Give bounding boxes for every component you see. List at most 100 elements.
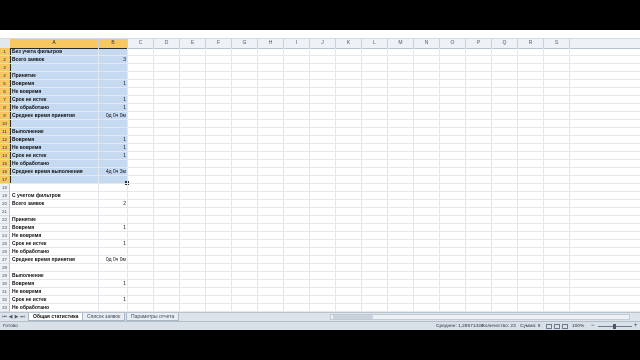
scrollbar-thumb[interactable]	[333, 315, 373, 319]
row-header[interactable]: 31	[0, 288, 10, 296]
row-header[interactable]: 10	[0, 120, 10, 128]
cell-a[interactable]: Не обработано	[12, 160, 98, 168]
row-header[interactable]: 4	[0, 72, 10, 80]
column-header-b[interactable]: B	[99, 39, 128, 48]
cell-a[interactable]: Вовремя	[12, 136, 98, 144]
page-break-icon[interactable]	[562, 324, 568, 329]
row-header[interactable]: 1	[0, 48, 10, 56]
cell-a[interactable]	[12, 120, 98, 128]
row-header[interactable]: 25	[0, 240, 10, 248]
horizontal-scrollbar[interactable]	[330, 314, 630, 320]
row-header[interactable]: 20	[0, 200, 10, 208]
cell-b[interactable]	[99, 248, 127, 256]
cell-a[interactable]: Не вовремя	[12, 144, 98, 152]
row-header[interactable]: 24	[0, 232, 10, 240]
cell-b[interactable]: 1	[99, 280, 127, 288]
row-header[interactable]: 28	[0, 264, 10, 272]
last-sheet-icon[interactable]: ⏭	[20, 314, 25, 320]
prev-sheet-icon[interactable]: ◀	[8, 314, 13, 320]
cell-b[interactable]: 4д 0ч 3м	[99, 168, 127, 176]
cell-b[interactable]: 1	[99, 144, 127, 152]
row-header[interactable]: 21	[0, 208, 10, 216]
zoom-in-icon[interactable]: +	[634, 322, 638, 330]
zoom-slider-knob[interactable]	[613, 324, 616, 329]
row-header[interactable]: 11	[0, 128, 10, 136]
cell-b[interactable]	[99, 88, 127, 96]
sheet-tab[interactable]: Список заявок	[82, 313, 126, 321]
cell-b[interactable]: 1	[99, 80, 127, 88]
cell-a[interactable]: Срок не истек	[12, 296, 98, 304]
cell-b[interactable]	[99, 304, 127, 312]
row-header[interactable]: 29	[0, 272, 10, 280]
cell-a[interactable]: Вовремя	[12, 80, 98, 88]
cell-b[interactable]	[99, 264, 127, 272]
cell-a[interactable]: Не обработано	[12, 304, 98, 312]
cell-b[interactable]	[99, 64, 127, 72]
column-header-f[interactable]: F	[206, 39, 232, 48]
row-header[interactable]: 33	[0, 304, 10, 312]
cell-a[interactable]: Среднее время принятия	[12, 112, 98, 120]
column-header-r[interactable]: R	[518, 39, 544, 48]
cell-b[interactable]: 1	[99, 96, 127, 104]
cell-b[interactable]: 1	[99, 240, 127, 248]
column-header-q[interactable]: Q	[492, 39, 518, 48]
sheet-tab[interactable]: Общая статистика	[28, 313, 84, 321]
cell-b[interactable]: 1	[99, 224, 127, 232]
row-header[interactable]: 22	[0, 216, 10, 224]
column-header-o[interactable]: O	[440, 39, 466, 48]
column-header-j[interactable]: J	[310, 39, 336, 48]
row-header[interactable]: 30	[0, 280, 10, 288]
row-header[interactable]: 5	[0, 80, 10, 88]
cell-a[interactable]: С учетом фильтров	[12, 192, 98, 200]
row-header[interactable]: 14	[0, 152, 10, 160]
cell-a[interactable]	[12, 208, 98, 216]
row-header[interactable]: 6	[0, 88, 10, 96]
cell-b[interactable]: 1	[99, 152, 127, 160]
column-header-l[interactable]: L	[362, 39, 388, 48]
column-header-p[interactable]: P	[466, 39, 492, 48]
normal-view-icon[interactable]	[546, 324, 552, 329]
cell-b[interactable]	[99, 160, 127, 168]
cell-b[interactable]	[99, 120, 127, 128]
column-header-k[interactable]: K	[336, 39, 362, 48]
row-header[interactable]: 9	[0, 112, 10, 120]
next-sheet-icon[interactable]: ▶	[14, 314, 19, 320]
column-header-c[interactable]: C	[128, 39, 154, 48]
cell-a[interactable]: Среднее время принятия	[12, 256, 98, 264]
cell-a[interactable]: Без учета фильтров	[12, 48, 98, 56]
cell-b[interactable]	[99, 216, 127, 224]
cell-b[interactable]	[99, 232, 127, 240]
cell-b[interactable]: 1	[99, 136, 127, 144]
cell-a[interactable]: Принятие	[12, 216, 98, 224]
row-header[interactable]: 18	[0, 184, 10, 192]
cell-b[interactable]	[99, 288, 127, 296]
row-header[interactable]: 8	[0, 104, 10, 112]
cell-a[interactable]: Среднее время выполнения	[12, 168, 98, 176]
cell-a[interactable]: Не вовремя	[12, 232, 98, 240]
cell-b[interactable]	[99, 48, 127, 56]
column-header-h[interactable]: H	[258, 39, 284, 48]
column-header-a[interactable]: A	[10, 39, 99, 48]
page-layout-icon[interactable]	[554, 324, 560, 329]
row-header[interactable]: 12	[0, 136, 10, 144]
row-header[interactable]: 3	[0, 64, 10, 72]
row-header[interactable]: 26	[0, 248, 10, 256]
cell-b[interactable]	[99, 192, 127, 200]
row-header[interactable]: 2	[0, 56, 10, 64]
column-header-n[interactable]: N	[414, 39, 440, 48]
cell-a[interactable]	[12, 184, 98, 192]
row-header[interactable]: 23	[0, 224, 10, 232]
cell-a[interactable]	[12, 64, 98, 72]
cell-a[interactable]: Принятие	[12, 72, 98, 80]
cell-a[interactable]: Всего заявок	[12, 200, 98, 208]
column-header-i[interactable]: I	[284, 39, 310, 48]
cell-a[interactable]: Всего заявок	[12, 56, 98, 64]
row-header[interactable]: 19	[0, 192, 10, 200]
cell-b[interactable]	[99, 72, 127, 80]
row-header[interactable]: 15	[0, 160, 10, 168]
zoom-out-icon[interactable]: −	[591, 322, 595, 330]
cell-b[interactable]: 0д 0ч 0м	[99, 112, 127, 120]
cell-a[interactable]: Выполнение	[12, 128, 98, 136]
cell-b[interactable]	[99, 184, 127, 192]
spreadsheet-grid[interactable]: 1 Без учета фильтров 2 Всего заявок 3 3 4 Приня…	[0, 48, 640, 322]
